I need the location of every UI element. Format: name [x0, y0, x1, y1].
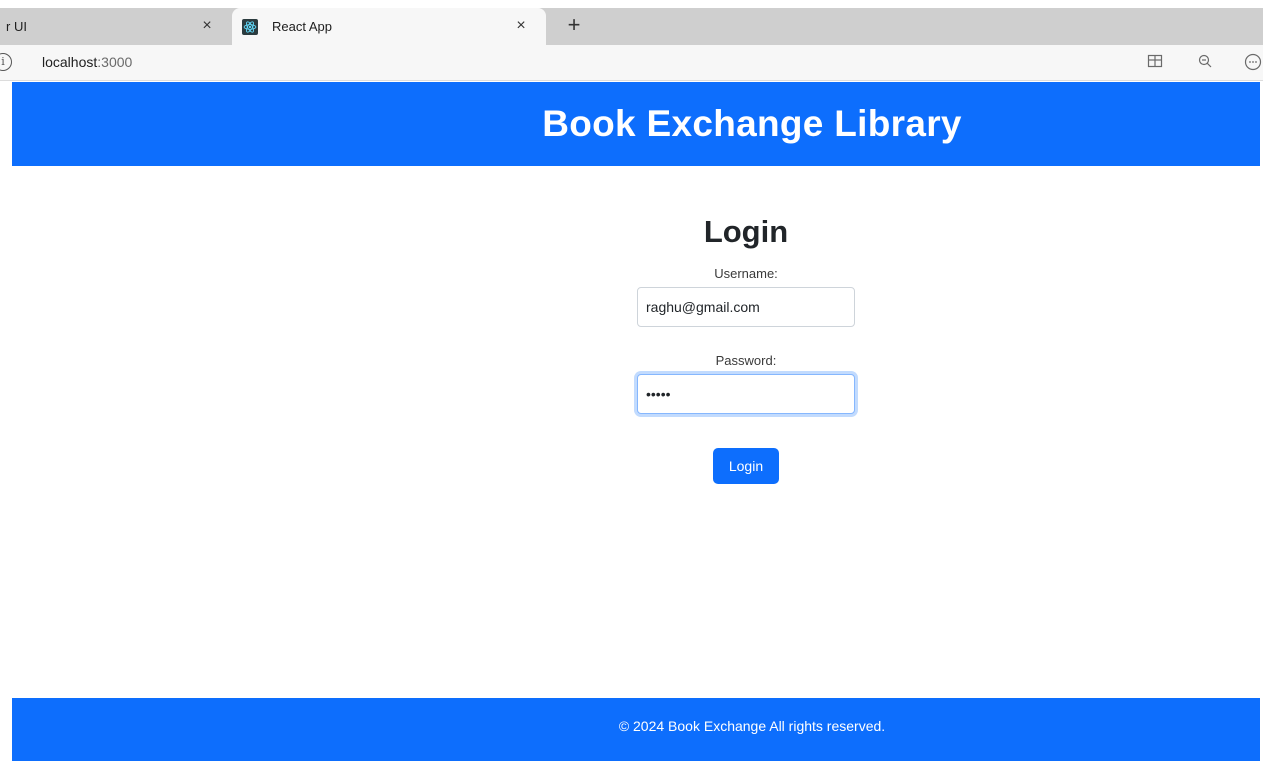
username-label: Username: [714, 266, 778, 281]
address-bar[interactable]: i localhost:3000 [0, 45, 1263, 81]
browser-tab[interactable]: r UI × [0, 8, 232, 45]
react-favicon-icon [242, 18, 258, 35]
page-viewport: Book Exchange Library Login Username: Pa… [12, 82, 1260, 761]
zoom-out-icon[interactable] [1196, 53, 1214, 71]
close-icon[interactable]: × [512, 17, 530, 35]
url-host: localhost [42, 54, 98, 70]
login-form: Login Username: Password: Login [616, 212, 876, 484]
tab-title: React App [272, 19, 332, 34]
url-text[interactable]: localhost:3000 [42, 54, 132, 70]
split-screen-icon[interactable] [1146, 53, 1164, 71]
site-header: Book Exchange Library [12, 82, 1260, 166]
url-port: :3000 [97, 54, 133, 70]
info-icon[interactable]: i [0, 53, 12, 71]
password-label: Password: [715, 353, 777, 368]
site-footer: © 2024 Book Exchange All rights reserved… [12, 698, 1260, 761]
login-heading: Login [703, 214, 789, 249]
close-icon[interactable]: × [198, 17, 216, 35]
footer-copyright: © 2024 Book Exchange All rights reserved… [618, 718, 886, 734]
password-input[interactable] [637, 374, 855, 414]
browser-tab-active[interactable]: React App × [232, 8, 546, 45]
username-input[interactable] [637, 287, 855, 327]
login-button[interactable]: Login [712, 448, 780, 484]
new-tab-icon[interactable]: + [561, 12, 587, 38]
page-title: Book Exchange Library [542, 103, 962, 144]
more-options-icon[interactable] [1244, 53, 1262, 71]
tab-title: r UI [6, 19, 27, 34]
browser-tabstrip: r UI × React App × + [0, 8, 1263, 45]
